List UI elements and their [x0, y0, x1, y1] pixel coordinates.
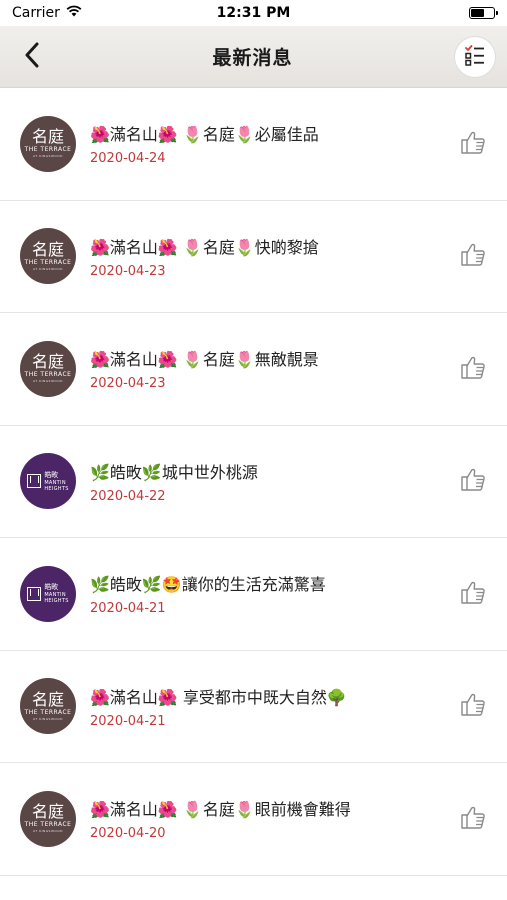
logo-main: 名庭	[31, 127, 64, 147]
nav-bar: 最新消息	[0, 26, 507, 88]
like-button[interactable]	[453, 574, 493, 614]
like-button[interactable]	[453, 461, 493, 501]
back-button[interactable]	[14, 37, 50, 77]
list-item[interactable]: 皓畋 MANTIN HEIGHTS 🌿皓畋🌿🤩讓你的生活充滿驚喜 2020-04-2…	[0, 538, 507, 651]
list-item[interactable]: 名庭 THE TERRACE AT KINGSWOOD 🌺滿名山🌺 🌷名庭🌷眼前機會…	[0, 763, 507, 876]
wifi-icon	[66, 5, 82, 21]
thumbs-up-icon	[459, 353, 487, 385]
list-item[interactable]: 名庭 THE TERRACE AT KINGSWOOD 🌺滿名山🌺 🌷名庭🌷無敵靚景…	[0, 313, 507, 426]
logo-main: 皓畋	[44, 583, 59, 592]
checklist-icon	[463, 43, 487, 71]
logo-sub: THE TERRACE	[24, 258, 72, 266]
item-date: 2020-04-20	[90, 826, 166, 842]
avatar: 名庭 THE TERRACE AT KINGSWOOD	[20, 678, 76, 735]
like-button[interactable]	[453, 349, 493, 389]
logo-sub2: AT KINGSWOOD	[33, 154, 63, 159]
thumbs-up-icon	[459, 240, 487, 272]
battery-fill	[470, 9, 485, 17]
list-item[interactable]: 名庭 THE TERRACE AT KINGSWOOD 🌺滿名山🌺 🌷名庭🌷快啲黎搶…	[0, 201, 507, 313]
item-date: 2020-04-21	[90, 713, 166, 729]
avatar: 名庭 THE TERRACE AT KINGSWOOD	[20, 340, 76, 397]
like-button[interactable]	[453, 124, 493, 164]
item-text: 🌺滿名山🌺 享受都市中既大自然🌳 2020-04-21	[90, 684, 453, 729]
logo-main: 名庭	[31, 239, 64, 259]
like-button[interactable]	[453, 236, 493, 276]
mantin-logo-mark	[27, 474, 42, 489]
news-list: 名庭 THE TERRACE AT KINGSWOOD 🌺滿名山🌺 🌷名庭🌷必屬佳品…	[0, 88, 507, 876]
logo-main: 皓畋	[44, 470, 59, 479]
item-title: 🌺滿名山🌺 🌷名庭🌷眼前機會難得	[90, 800, 351, 820]
logo-sub: THE TERRACE	[24, 371, 72, 379]
item-date: 2020-04-21	[90, 601, 166, 617]
like-button[interactable]	[453, 686, 493, 726]
logo-sub2: AT KINGSWOOD	[33, 379, 63, 384]
like-button[interactable]	[453, 799, 493, 839]
list-item[interactable]: 名庭 THE TERRACE AT KINGSWOOD 🌺滿名山🌺 🌷名庭🌷必屬佳品…	[0, 88, 507, 201]
item-text: 🌿皓畋🌿城中世外桃源 2020-04-22	[90, 459, 453, 504]
item-date: 2020-04-23	[90, 376, 166, 392]
status-time: 12:31 PM	[216, 5, 291, 21]
logo-main: 名庭	[31, 802, 64, 822]
logo-main: 名庭	[31, 352, 64, 372]
item-title: 🌿皓畋🌿🤩讓你的生活充滿驚喜	[90, 575, 326, 595]
logo-sub2: HEIGHTS	[44, 598, 69, 605]
logo-sub: THE TERRACE	[24, 821, 72, 829]
logo-text: 皓畋 MANTIN HEIGHTS	[44, 471, 68, 492]
item-text: 🌺滿名山🌺 🌷名庭🌷必屬佳品 2020-04-24	[90, 121, 453, 166]
logo-sub: THE TERRACE	[24, 146, 72, 154]
logo-sub2: HEIGHTS	[44, 485, 69, 492]
item-date: 2020-04-23	[90, 263, 166, 279]
page-title: 最新消息	[212, 47, 293, 69]
list-item[interactable]: 皓畋 MANTIN HEIGHTS 🌿皓畋🌿城中世外桃源 2020-04-22	[0, 426, 507, 538]
avatar: 名庭 THE TERRACE AT KINGSWOOD	[20, 115, 76, 172]
thumbs-up-icon	[459, 803, 487, 835]
item-title: 🌺滿名山🌺 🌷名庭🌷必屬佳品	[90, 125, 319, 145]
avatar: 名庭 THE TERRACE AT KINGSWOOD	[20, 790, 76, 847]
thumbs-up-icon	[459, 128, 487, 160]
avatar: 名庭 THE TERRACE AT KINGSWOOD	[20, 228, 76, 285]
status-left: Carrier	[12, 5, 152, 21]
list-item[interactable]: 名庭 THE TERRACE AT KINGSWOOD 🌺滿名山🌺 享受都市中既大自…	[0, 651, 507, 763]
item-text: 🌺滿名山🌺 🌷名庭🌷無敵靚景 2020-04-23	[90, 346, 453, 391]
thumbs-up-icon	[459, 465, 487, 497]
chevron-left-icon	[24, 42, 40, 72]
mantin-logo-mark	[27, 586, 42, 601]
battery-icon	[468, 7, 498, 19]
menu-button[interactable]	[454, 36, 495, 77]
logo-sub2: AT KINGSWOOD	[33, 716, 63, 721]
avatar: 皓畋 MANTIN HEIGHTS	[20, 565, 76, 622]
item-title: 🌿皓畋🌿城中世外桃源	[90, 462, 258, 482]
logo-main: 名庭	[31, 689, 64, 709]
logo-sub2: AT KINGSWOOD	[33, 829, 63, 834]
item-title: 🌺滿名山🌺 🌷名庭🌷無敵靚景	[90, 350, 319, 370]
item-date: 2020-04-22	[90, 488, 166, 504]
item-date: 2020-04-24	[90, 151, 166, 167]
carrier-label: Carrier	[12, 5, 60, 21]
status-bar: Carrier 12:31 PM	[0, 0, 507, 26]
logo-sub2: AT KINGSWOOD	[33, 266, 63, 271]
thumbs-up-icon	[459, 690, 487, 722]
logo-text: 皓畋 MANTIN HEIGHTS	[44, 583, 68, 604]
item-text: 🌺滿名山🌺 🌷名庭🌷快啲黎搶 2020-04-23	[90, 234, 453, 279]
item-title: 🌺滿名山🌺 享受都市中既大自然🌳	[90, 687, 347, 707]
item-text: 🌺滿名山🌺 🌷名庭🌷眼前機會難得 2020-04-20	[90, 796, 453, 841]
status-right	[355, 7, 498, 19]
item-title: 🌺滿名山🌺 🌷名庭🌷快啲黎搶	[90, 237, 319, 257]
logo-sub: THE TERRACE	[24, 708, 72, 716]
thumbs-up-icon	[459, 578, 487, 610]
item-text: 🌿皓畋🌿🤩讓你的生活充滿驚喜 2020-04-21	[90, 571, 453, 616]
avatar: 皓畋 MANTIN HEIGHTS	[20, 453, 76, 510]
